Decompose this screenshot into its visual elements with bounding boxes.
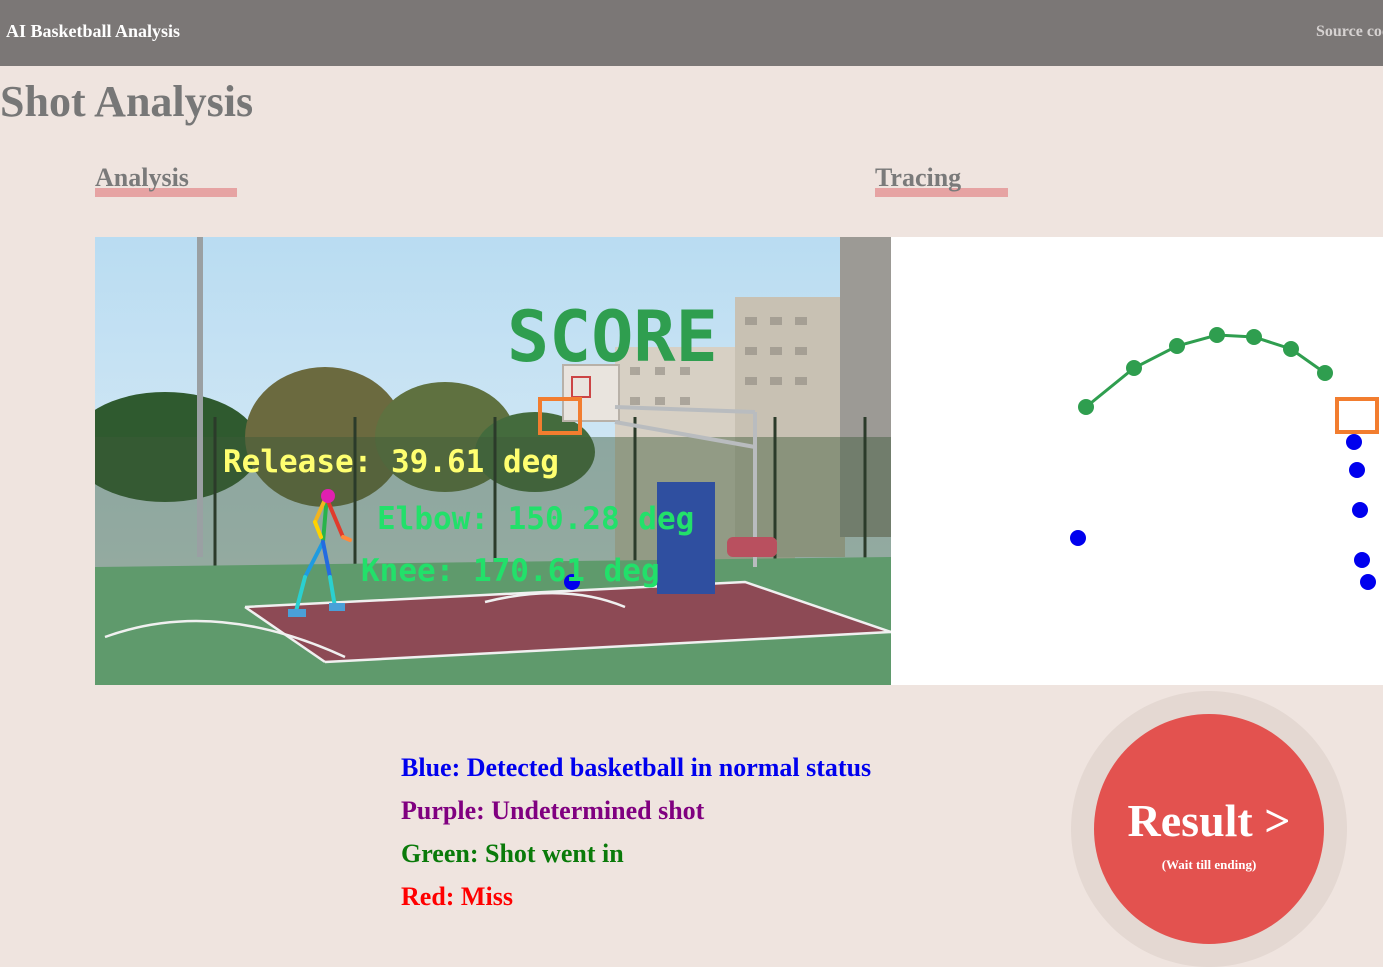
color-legend: Blue: Detected basketball in normal stat… xyxy=(401,746,871,918)
source-code-link[interactable]: Source code xyxy=(1316,23,1383,41)
score-overlay: SCORE xyxy=(507,296,718,378)
analysis-heading-text: Analysis xyxy=(95,163,189,192)
ball-point xyxy=(1349,462,1365,478)
ball-point xyxy=(1352,502,1368,518)
trajectory-plot xyxy=(1070,327,1379,590)
legend-red: Red: Miss xyxy=(401,882,513,911)
court-scene: SCORE Release: 39.61 deg Elbow: 150.28 d… xyxy=(95,237,891,685)
result-button-label: Result > xyxy=(1127,795,1291,846)
hoop-marker xyxy=(1335,397,1379,434)
ball-point xyxy=(1346,434,1362,450)
legend-green: Green: Shot went in xyxy=(401,839,624,868)
trajectory-point xyxy=(1078,399,1094,415)
brand-title[interactable]: AI Basketball Analysis xyxy=(6,21,180,42)
ball-point xyxy=(1360,574,1376,590)
analysis-video-frame: SCORE Release: 39.61 deg Elbow: 150.28 d… xyxy=(95,237,891,685)
trajectory-point xyxy=(1317,365,1333,381)
trajectory-point xyxy=(1209,327,1225,343)
tracing-panel xyxy=(891,237,1383,685)
knee-angle-text: Knee: 170.61 deg xyxy=(361,553,660,589)
player-head-marker xyxy=(321,489,335,503)
top-navbar: AI Basketball Analysis Source code xyxy=(0,0,1383,66)
page-title: Shot Analysis xyxy=(0,77,254,126)
result-button[interactable]: Result > (Wait till ending) xyxy=(1094,714,1324,944)
ball-point xyxy=(1354,552,1370,568)
trajectory-point xyxy=(1169,338,1185,354)
ball-point xyxy=(1070,530,1086,546)
tracing-heading-text: Tracing xyxy=(875,163,962,192)
trajectory-point xyxy=(1126,360,1142,376)
legend-purple: Purple: Undetermined shot xyxy=(401,796,705,825)
legend-blue: Blue: Detected basketball in normal stat… xyxy=(401,753,872,782)
elbow-angle-text: Elbow: 150.28 deg xyxy=(377,501,694,537)
tracing-heading: Tracing xyxy=(875,163,961,193)
trajectory-point xyxy=(1246,329,1262,345)
release-angle-text: Release: 39.61 deg xyxy=(223,444,559,480)
trajectory-point xyxy=(1283,341,1299,357)
analysis-heading: Analysis xyxy=(95,163,189,193)
result-button-subtext: (Wait till ending) xyxy=(1161,857,1257,872)
